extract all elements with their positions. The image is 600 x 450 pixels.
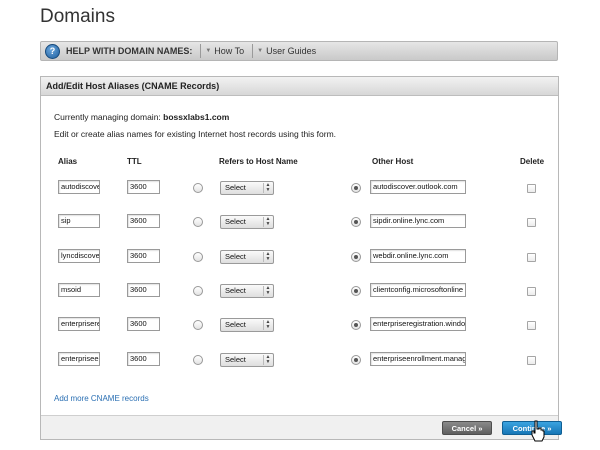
- delete-checkbox[interactable]: [527, 287, 536, 296]
- managing-domain-line: Currently managing domain: bossxlabs1.co…: [54, 112, 229, 122]
- delete-checkbox[interactable]: [527, 218, 536, 227]
- select-arrows-icon: ▲ ▼: [263, 320, 272, 330]
- ttl-input[interactable]: 3600: [127, 317, 160, 331]
- refers-to-host-radio[interactable]: [193, 355, 203, 365]
- cancel-button[interactable]: Cancel »: [442, 421, 492, 435]
- help-separator: [252, 44, 254, 58]
- other-host-input[interactable]: sipdir.online.lync.com: [370, 214, 466, 228]
- host-name-select[interactable]: Select ▲ ▼: [220, 250, 274, 264]
- other-host-radio[interactable]: [351, 252, 361, 262]
- ttl-input[interactable]: 3600: [127, 249, 160, 263]
- help-bar: ? HELP WITH DOMAIN NAMES: ▼ How To ▼ Use…: [40, 41, 558, 61]
- other-host-input[interactable]: enterpriseregistration.windows: [370, 317, 466, 331]
- refers-to-host-radio[interactable]: [193, 183, 203, 193]
- other-host-input[interactable]: autodiscover.outlook.com: [370, 180, 466, 194]
- select-arrows-icon: ▲ ▼: [263, 355, 272, 365]
- host-name-select[interactable]: Select ▲ ▼: [220, 181, 274, 195]
- form-description: Edit or create alias names for existing …: [54, 129, 337, 139]
- dropdown-triangle-icon: ▼: [257, 48, 264, 54]
- alias-input[interactable]: lyncdiscover: [58, 249, 100, 263]
- how-to-label: How To: [214, 46, 245, 56]
- page-title: Domains: [40, 6, 115, 27]
- other-host-radio[interactable]: [351, 355, 361, 365]
- user-guides-label: User Guides: [266, 46, 317, 56]
- cname-row: lyncdiscover 3600 Select ▲ ▼ webdir.online.ly…: [41, 249, 558, 265]
- other-host-radio[interactable]: [351, 183, 361, 193]
- host-name-select[interactable]: Select ▲ ▼: [220, 215, 274, 229]
- cname-row: enterpriseenrollment 3600 Select ▲▼ enterpri…: [41, 352, 558, 368]
- panel-title: Add/Edit Host Aliases (CNAME Records): [41, 77, 558, 96]
- other-host-input[interactable]: webdir.online.lync.com: [370, 249, 466, 263]
- host-name-select[interactable]: Select ▲ ▼: [220, 318, 274, 332]
- other-host-radio[interactable]: [351, 320, 361, 330]
- host-name-select[interactable]: Select ▲ ▼: [220, 284, 274, 298]
- select-arrows-icon: ▲ ▼: [263, 217, 272, 227]
- refers-to-host-radio[interactable]: [193, 286, 203, 296]
- host-name-select-value: Select: [225, 183, 246, 192]
- dropdown-triangle-icon: ▼: [205, 48, 212, 54]
- how-to-menu[interactable]: ▼ How To: [205, 46, 244, 56]
- other-host-radio[interactable]: [351, 217, 361, 227]
- alias-input[interactable]: enterpriseregistration: [58, 317, 100, 331]
- host-name-select[interactable]: Select ▲ ▼: [220, 353, 274, 367]
- user-guides-menu[interactable]: ▼ User Guides: [257, 46, 316, 56]
- other-host-input[interactable]: enterpriseenrollment.manage: [370, 352, 466, 366]
- column-header-alias: Alias: [58, 157, 78, 166]
- managing-label: Currently managing domain:: [54, 112, 161, 122]
- help-separator: [200, 44, 202, 58]
- refers-to-host-radio[interactable]: [193, 252, 203, 262]
- cname-row: autodiscover 3600 Select ▲ ▼ autodiscover.out…: [41, 180, 558, 196]
- ttl-input[interactable]: 3600: [127, 180, 160, 194]
- host-name-select-value: Select: [225, 252, 246, 261]
- delete-checkbox[interactable]: [527, 184, 536, 193]
- other-host-radio[interactable]: [351, 286, 361, 296]
- add-more-cname-link[interactable]: Add more CNAME records: [54, 394, 149, 403]
- managing-domain: bossxlabs1.com: [163, 112, 230, 122]
- delete-checkbox[interactable]: [527, 321, 536, 330]
- host-name-select-value: Select: [225, 320, 246, 329]
- alias-input[interactable]: autodiscover: [58, 180, 100, 194]
- cname-panel: Add/Edit Host Aliases (CNAME Records) Cu…: [40, 76, 562, 440]
- column-header-delete: Delete: [520, 157, 545, 166]
- refers-to-host-radio[interactable]: [193, 320, 203, 330]
- cname-row: msoid 3600 Select ▲ ▼ clientconfig.microsofto…: [41, 283, 558, 299]
- host-name-select-value: Select: [225, 217, 246, 226]
- refers-to-host-radio[interactable]: [193, 217, 203, 227]
- select-arrows-icon: ▲ ▼: [263, 183, 272, 193]
- cname-row: sip 3600 Select ▲ ▼ sipdir.online.lync.com: [41, 214, 558, 230]
- column-header-refers: Refers to Host Name: [219, 157, 298, 166]
- help-bar-label: HELP WITH DOMAIN NAMES:: [66, 46, 193, 56]
- alias-input[interactable]: enterpriseenrollment: [58, 352, 100, 366]
- column-header-other-host: Other Host: [372, 157, 414, 166]
- column-header-ttl: TTL: [127, 157, 142, 166]
- cname-row: enterpriseregistration 3600 Select ▲▼ enterp…: [41, 317, 558, 333]
- alias-input[interactable]: msoid: [58, 283, 100, 297]
- hand-cursor-icon: [531, 420, 545, 442]
- delete-checkbox[interactable]: [527, 356, 536, 365]
- ttl-input[interactable]: 3600: [127, 352, 160, 366]
- alias-input[interactable]: sip: [58, 214, 100, 228]
- footer-bar: Cancel » Continue »: [41, 415, 562, 439]
- delete-checkbox[interactable]: [527, 253, 536, 262]
- other-host-input[interactable]: clientconfig.microsoftonline: [370, 283, 466, 297]
- help-question-icon: ?: [45, 43, 60, 59]
- host-name-select-value: Select: [225, 286, 246, 295]
- host-name-select-value: Select: [225, 355, 246, 364]
- ttl-input[interactable]: 3600: [127, 283, 160, 297]
- ttl-input[interactable]: 3600: [127, 214, 160, 228]
- select-arrows-icon: ▲ ▼: [263, 252, 272, 262]
- select-arrows-icon: ▲ ▼: [263, 286, 272, 296]
